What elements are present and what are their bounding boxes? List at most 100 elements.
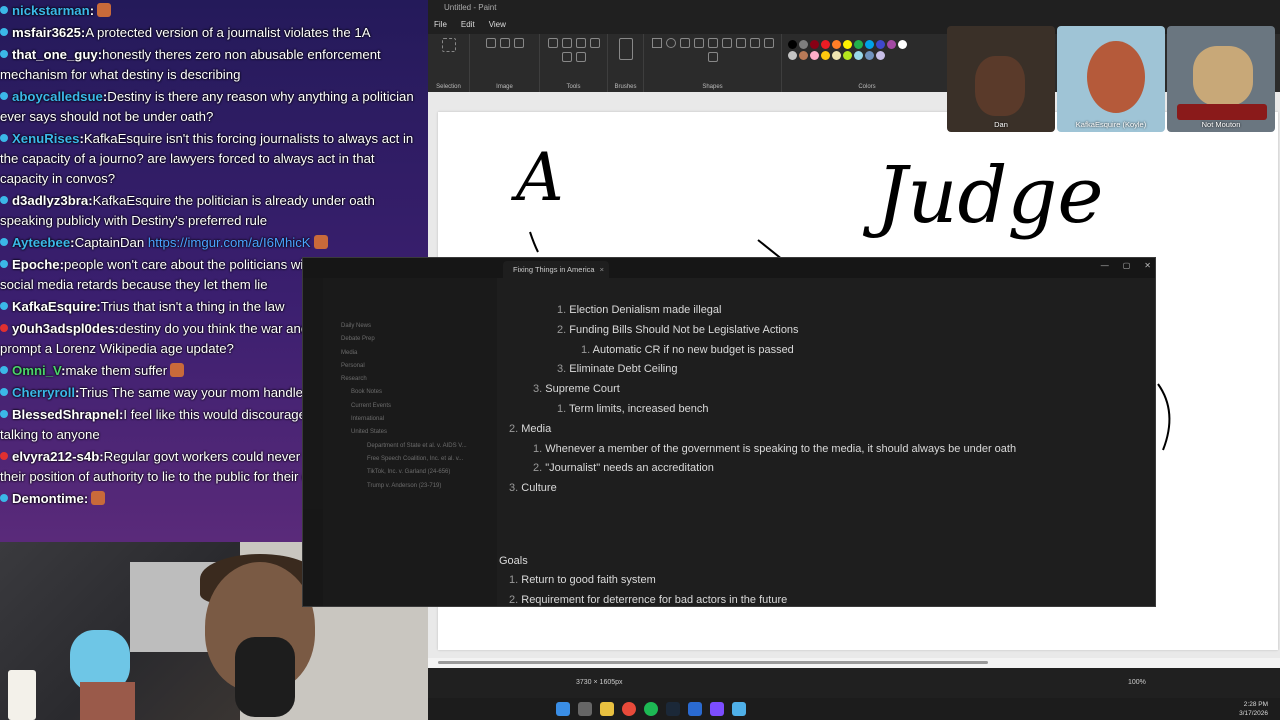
spotify-icon[interactable]	[644, 702, 658, 716]
chat-username[interactable]: Epoche	[12, 257, 60, 272]
chat-username[interactable]: nickstarman	[12, 3, 90, 18]
text-icon[interactable]	[575, 38, 586, 48]
color-swatch[interactable]	[821, 40, 830, 49]
chat-username[interactable]: Ayteebee	[12, 235, 70, 250]
select-icon[interactable]	[441, 38, 456, 52]
file-tree-item[interactable]: Daily News	[327, 320, 467, 333]
color-swatch[interactable]	[898, 40, 907, 49]
steam-icon[interactable]	[666, 702, 680, 716]
ribbon-image[interactable]: Image	[470, 34, 540, 92]
resize-icon[interactable]	[499, 38, 510, 48]
app-icon[interactable]	[688, 702, 702, 716]
color-swatch[interactable]	[887, 40, 896, 49]
chat-username[interactable]: msfair3625	[12, 25, 81, 40]
file-tree-item[interactable]: Free Speech Coalition, Inc. et al. v...	[327, 453, 467, 466]
diamond-shape-icon[interactable]	[707, 38, 718, 48]
file-tree-item[interactable]: Debate Prep	[327, 333, 467, 346]
start-icon[interactable]	[556, 702, 570, 716]
outline-item[interactable]: 1. Whenever a member of the government i…	[533, 443, 1016, 455]
chat-username[interactable]: Cherryroll	[12, 385, 75, 400]
color-swatch[interactable]	[843, 51, 852, 60]
file-tree-item[interactable]: Media	[327, 347, 467, 360]
file-explorer-icon[interactable]	[600, 702, 614, 716]
ribbon-tools[interactable]: Tools	[540, 34, 608, 92]
color-swatch[interactable]	[799, 51, 808, 60]
ribbon-selection[interactable]: Selection	[428, 34, 470, 92]
magnifier-icon[interactable]	[575, 52, 586, 62]
pencil-icon[interactable]	[547, 38, 558, 48]
close-icon[interactable]: ✕	[1144, 261, 1151, 270]
callout-shape-icon[interactable]	[707, 52, 718, 62]
outline-item[interactable]: 2. "Journalist" needs an accreditation	[533, 462, 714, 474]
system-clock[interactable]: 2:28 PM 3/17/2026	[1239, 700, 1268, 718]
star-shape-icon[interactable]	[749, 38, 760, 48]
color-swatch[interactable]	[865, 40, 874, 49]
color-swatch[interactable]	[876, 51, 885, 60]
color-palette[interactable]	[788, 40, 946, 60]
outline-item[interactable]: 3. Eliminate Debt Ceiling	[557, 363, 677, 375]
outline-item[interactable]: 3. Supreme Court	[533, 383, 620, 395]
color-swatch[interactable]	[810, 40, 819, 49]
zoom-level[interactable]: 100%	[1128, 679, 1146, 686]
close-tab-icon[interactable]: ×	[600, 261, 604, 278]
crop-icon[interactable]	[485, 38, 496, 48]
color-picker-icon[interactable]	[561, 52, 572, 62]
file-tree-item[interactable]: International	[327, 413, 467, 426]
chat-username[interactable]: KafkaEsquire	[12, 299, 96, 314]
arrow-shape-icon[interactable]	[735, 38, 746, 48]
menu-edit[interactable]: Edit	[461, 16, 475, 34]
file-tree-item[interactable]: United States	[327, 426, 467, 439]
chat-link[interactable]: https://imgur.com/a/I6MhicK	[148, 235, 311, 250]
file-tree-item[interactable]: Personal	[327, 360, 467, 373]
rectangle-shape-icon[interactable]	[679, 38, 690, 48]
ribbon-brushes[interactable]: Brushes	[608, 34, 644, 92]
color-swatch[interactable]	[876, 40, 885, 49]
color-swatch[interactable]	[832, 51, 841, 60]
brush-icon[interactable]	[618, 38, 633, 60]
color-swatch[interactable]	[810, 51, 819, 60]
search-icon[interactable]	[578, 702, 592, 716]
chat-username[interactable]: BlessedShrapnel	[12, 407, 119, 422]
chat-username[interactable]: Demontime	[12, 491, 84, 506]
color-swatch[interactable]	[799, 40, 808, 49]
file-tree-item[interactable]: Research	[327, 373, 467, 386]
chat-username[interactable]: XenuRises	[12, 131, 79, 146]
obsidian-icon[interactable]	[710, 702, 724, 716]
canvas-scrollbar[interactable]	[438, 658, 1278, 666]
paint-icon[interactable]	[732, 702, 746, 716]
maximize-icon[interactable]: ▢	[1123, 261, 1131, 270]
menu-view[interactable]: View	[489, 16, 506, 34]
goal-item[interactable]: 2. Requirement for deterrence for bad ac…	[509, 594, 787, 606]
color-swatch[interactable]	[788, 51, 797, 60]
color-swatch[interactable]	[865, 51, 874, 60]
color-swatch[interactable]	[843, 40, 852, 49]
color-swatch[interactable]	[854, 40, 863, 49]
file-tree-item[interactable]: TikTok, Inc. v. Garland (24-656)	[327, 466, 467, 479]
ribbon-shapes[interactable]: Shapes	[644, 34, 782, 92]
file-tree-item[interactable]: Book Notes	[327, 386, 467, 399]
pentagon-shape-icon[interactable]	[721, 38, 732, 48]
chat-username[interactable]: Omni_V	[12, 363, 61, 378]
chat-username[interactable]: that_one_guy	[12, 47, 98, 62]
goal-item[interactable]: 1. Return to good faith system	[509, 574, 656, 586]
chat-username[interactable]: aboycalledsue	[12, 89, 103, 104]
menu-file[interactable]: File	[434, 16, 447, 34]
file-tree-item[interactable]: Department of State et al. v. AIDS V...	[327, 440, 467, 453]
chrome-icon[interactable]	[622, 702, 636, 716]
chat-username[interactable]: elvyra212-s4b	[12, 449, 99, 464]
chat-username[interactable]: d3adlyz3bra	[12, 193, 88, 208]
eraser-icon[interactable]	[589, 38, 600, 48]
ribbon-colors[interactable]: Colors	[782, 34, 952, 92]
triangle-shape-icon[interactable]	[693, 38, 704, 48]
file-tree-item[interactable]: Current Events	[327, 400, 467, 413]
outline-item[interactable]: 2. Funding Bills Should Not be Legislati…	[557, 324, 799, 336]
outline-item[interactable]: 3. Culture	[509, 482, 557, 494]
minimize-icon[interactable]: —	[1101, 261, 1109, 270]
note-editor[interactable]: 1. Election Denialism made illegal 2. Fun…	[499, 278, 1155, 606]
outline-item[interactable]: 1. Term limits, increased bench	[557, 403, 708, 415]
tab-fixing-things[interactable]: Fixing Things in America ×	[503, 261, 609, 278]
color-swatch[interactable]	[788, 40, 797, 49]
oval-shape-icon[interactable]	[665, 38, 676, 48]
outline-item[interactable]: 1. Automatic CR if no new budget is pass…	[581, 344, 794, 356]
chat-username[interactable]: y0uh3adspl0des	[12, 321, 115, 336]
